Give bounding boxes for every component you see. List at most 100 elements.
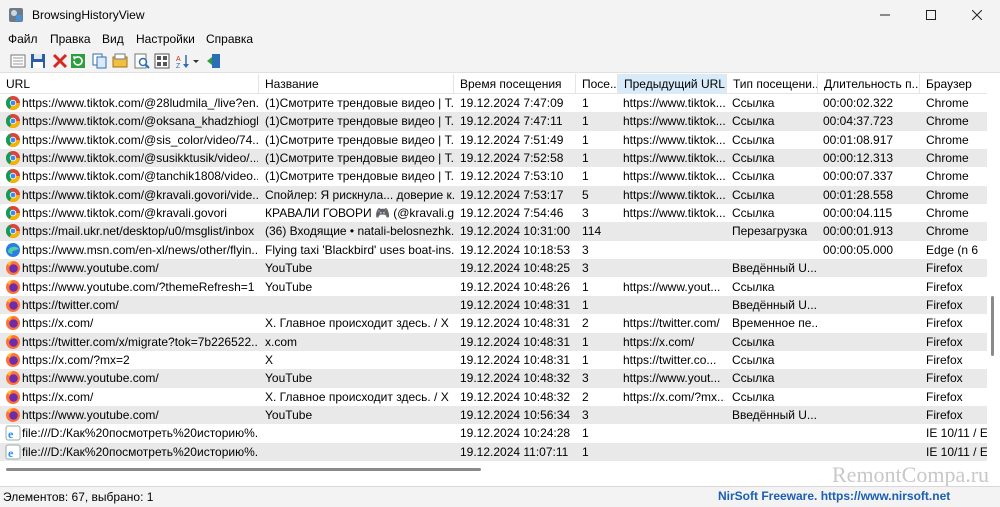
table-row[interactable]: https://x.com/X. Главное происходит здес… [0,388,987,406]
svg-text:e: e [8,446,14,460]
menu-edit[interactable]: Правка [50,32,91,46]
vertical-scrollbar[interactable] [987,74,1000,463]
cell-url: https://www.tiktok.com/@kravali.govori [22,206,227,221]
nirsoft-link[interactable]: NirSoft Freeware. https://www.nirsoft.ne… [718,489,950,503]
cell-duration [823,351,919,369]
cell-visit-count: 1 [582,96,589,110]
horizontal-scroll-thumb[interactable] [6,468,481,471]
firefox-icon [6,352,20,367]
table-row[interactable]: https://www.tiktok.com/@susikktusik/vide… [0,149,987,168]
cell-visit-type: Ссылка [732,389,775,404]
cell-visit-time: 19.12.2024 10:48:31 [460,316,571,331]
cell-visit-type: Временное пе... [732,316,818,331]
exit-button[interactable] [205,52,222,69]
cell-url: https://www.tiktok.com/@susikktusik/vide… [22,151,258,166]
column-browser[interactable]: Браузер [920,74,987,94]
cell-duration [823,278,919,296]
table-row[interactable]: https://www.tiktok.com/@oksana_khadzhiog… [0,112,987,131]
cell-duration [823,388,919,406]
cell-browser: Firefox [926,352,963,367]
cell-title: X [265,352,274,367]
table-row[interactable]: https://www.msn.com/en-xl/news/other/fly… [0,241,987,259]
column-referrer[interactable]: Предыдущий URL [618,74,727,94]
cell-title: YouTube [265,261,313,276]
vertical-scroll-thumb[interactable] [991,296,994,356]
cell-visit-time: 19.12.2024 7:47:09 [460,96,564,110]
history-list[interactable]: URL Название Время посещения Посе... Пре… [0,74,987,463]
column-url[interactable]: URL [0,74,259,94]
sort-icon: AZ [176,54,199,69]
menu-view[interactable]: Вид [102,32,124,46]
cell-visit-time: 19.12.2024 10:56:34 [460,407,571,422]
cell-visit-type: Ссылка [732,206,775,221]
table-row[interactable]: https://www.youtube.com/YouTube 19.12.202… [0,405,987,425]
table-row[interactable]: https://mail.ukr.net/desktop/u0/msglist/… [0,222,987,241]
table-row[interactable]: e file:///D:/Как%20посмотреть%20историю%.… [0,424,987,442]
status-item-count: Элементов: 67, выбрано: 1 [3,490,154,504]
properties-button[interactable] [9,52,26,69]
refresh-button[interactable] [69,52,86,69]
cell-visit-time: 19.12.2024 7:52:58 [460,151,564,166]
table-row[interactable]: https://twitter.com/19.12.2024 10:48:31 1… [0,295,987,315]
firefox-icon [6,389,20,404]
exit-icon [206,53,220,68]
table-row[interactable]: https://www.tiktok.com/@28ludmila_/live?… [0,94,987,112]
column-title[interactable]: Название [259,74,454,94]
table-row[interactable]: https://twitter.com/x/migrate?tok=7b2265… [0,332,987,351]
sort-button[interactable]: AZ [176,52,200,69]
find-button[interactable] [133,52,150,69]
menu-help[interactable]: Справка [206,32,253,46]
table-row[interactable]: https://x.com/?mx=2 X 19.12.2024 10:48:31 1… [0,351,987,369]
cell-visit-type [732,443,818,461]
table-row[interactable]: e file:///D:/Как%20посмотреть%20историю%.… [0,442,987,461]
cell-referrer: https://www.tiktok... [623,206,725,221]
cell-title: x.com [265,334,298,349]
cell-browser: Firefox [926,334,963,349]
cell-visit-count: 5 [582,187,589,202]
menu-file[interactable]: Файл [8,32,38,46]
cell-url: https://www.tiktok.com/@tanchik1808/vide… [22,169,258,184]
cell-url: https://twitter.com/ [22,297,119,312]
table-row[interactable]: https://www.tiktok.com/@tanchik1808/vide… [0,167,987,185]
table-row[interactable]: https://www.youtube.com/?themeRefresh=1 Y… [0,278,987,296]
options-button[interactable] [153,52,170,69]
menu-settings[interactable]: Настройки [136,32,195,46]
html-report-button[interactable] [111,52,128,69]
cell-visit-count: 1 [582,334,589,349]
cell-visit-time: 19.12.2024 10:48:31 [460,352,571,367]
table-row[interactable]: https://www.youtube.com/YouTube 19.12.202… [0,369,987,388]
delete-button[interactable] [51,52,68,69]
cell-url: file:///D:/Как%20посмотреть%20историю%..… [22,444,258,459]
cell-duration: 00:04:37.723 [823,114,894,129]
column-visit-count[interactable]: Посе... [576,74,618,94]
cell-duration [823,259,919,277]
save-button[interactable] [29,52,46,69]
cell-title: (1)Смотрите трендовые видео | T... [265,96,455,110]
close-button[interactable] [954,0,1000,30]
cell-title: X. Главное происходит здесь. / X [265,316,449,331]
cell-referrer [623,443,725,461]
cell-duration [823,424,919,442]
minimize-button[interactable] [862,0,908,30]
cell-visit-time: 19.12.2024 7:53:10 [460,169,564,184]
watermark: RemontCompa.ru [832,462,990,487]
cell-visit-type: Введённый U... [732,261,817,276]
table-row[interactable]: https://x.com/X. Главное происходит здес… [0,314,987,332]
cell-title: (1)Смотрите трендовые видео | T... [265,151,455,166]
table-row[interactable]: https://www.tiktok.com/@kravali.govori КР… [0,204,987,222]
table-row[interactable]: https://www.youtube.com/YouTube 19.12.202… [0,259,987,278]
maximize-button[interactable] [908,0,954,30]
cell-title [265,296,455,314]
table-row[interactable]: https://www.tiktok.com/@sis_color/video/… [0,131,987,149]
cell-url: https://x.com/?mx=2 [22,352,130,367]
list-header: URL Название Время посещения Посе... Пре… [0,74,987,94]
column-visit-type[interactable]: Тип посещени... [727,74,818,94]
chrome-icon [6,169,20,184]
title-bar: BrowsingHistoryView [0,0,1000,30]
copy-button[interactable] [91,52,108,69]
column-duration[interactable]: Длительность п... [818,74,920,94]
ie-icon: e [5,444,21,460]
cell-url: https://twitter.com/x/migrate?tok=7b2265… [22,334,258,349]
column-visit-time[interactable]: Время посещения [454,74,576,94]
table-row[interactable]: https://www.tiktok.com/@kravali.govori/v… [0,185,987,205]
